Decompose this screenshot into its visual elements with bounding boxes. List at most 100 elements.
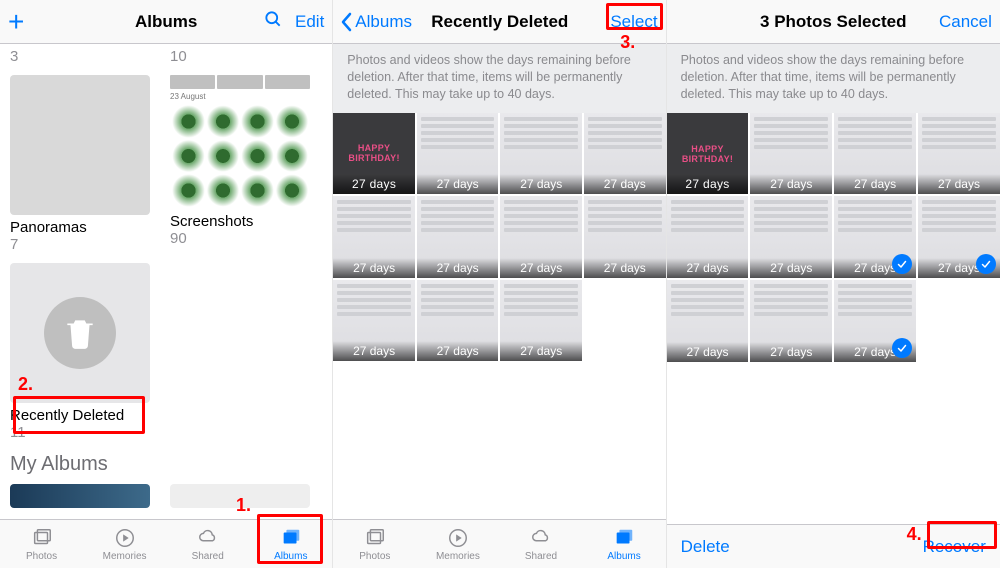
deleted-photo[interactable]: 27 days xyxy=(750,196,832,278)
shared-icon xyxy=(528,527,554,549)
days-remaining: 27 days xyxy=(918,174,1000,194)
callout-label-1: 1. xyxy=(236,495,251,516)
days-remaining: 27 days xyxy=(750,258,832,278)
album-recently-deleted[interactable]: Recently Deleted 11 xyxy=(10,263,150,441)
deleted-photo[interactable]: 27 days xyxy=(500,113,582,195)
album-count: 10 xyxy=(170,48,310,65)
tab-label: Albums xyxy=(274,551,307,562)
selection-pane: 3 Photos Selected Cancel Photos and vide… xyxy=(667,0,1000,568)
deleted-photo[interactable]: HAPPYBIRTHDAY!27 days xyxy=(333,113,415,195)
album-screenshots[interactable]: 23 August Screenshots 90 xyxy=(170,75,310,253)
tab-label: Shared xyxy=(192,551,224,562)
deleted-photo[interactable]: 27 days xyxy=(667,196,749,278)
deleted-photo[interactable]: 27 days xyxy=(834,113,916,195)
days-remaining: 27 days xyxy=(750,342,832,362)
tab-albums[interactable]: Albums xyxy=(583,520,666,568)
edit-button[interactable]: Edit xyxy=(295,12,324,32)
album-count: 3 xyxy=(10,48,150,65)
deleted-photo[interactable]: 27 days xyxy=(417,113,499,195)
tab-label: Photos xyxy=(26,551,57,562)
nav-bar: + Albums Edit xyxy=(0,0,332,44)
album-count: 7 xyxy=(10,236,150,253)
callout-label-4: 4. xyxy=(907,524,922,545)
memories-icon xyxy=(112,527,138,549)
back-button[interactable]: Albums xyxy=(341,12,412,32)
days-remaining: 27 days xyxy=(750,174,832,194)
tab-bar: Photos Memories Shared Albums xyxy=(333,519,665,568)
deleted-photo[interactable]: 27 days xyxy=(584,113,666,195)
deleted-photo[interactable]: 27 days xyxy=(333,196,415,278)
add-button[interactable]: + xyxy=(8,12,24,32)
album-item[interactable] xyxy=(10,484,150,508)
deleted-photo[interactable]: 27 days xyxy=(333,280,415,362)
info-banner: Photos and videos show the days remainin… xyxy=(333,44,665,113)
deleted-photo[interactable]: 27 days xyxy=(834,196,916,278)
album-name: Screenshots xyxy=(170,213,310,230)
deleted-photo[interactable]: 27 days xyxy=(500,280,582,362)
deleted-photo[interactable]: 27 days xyxy=(834,280,916,362)
nav-title: Albums xyxy=(78,12,254,32)
days-remaining: 27 days xyxy=(417,174,499,194)
chevron-left-icon xyxy=(341,12,353,32)
days-remaining: 27 days xyxy=(500,174,582,194)
tab-bar: Photos Memories Shared Albums xyxy=(0,519,332,568)
deleted-photo[interactable]: HAPPYBIRTHDAY!27 days xyxy=(667,113,749,195)
deleted-grid[interactable]: HAPPYBIRTHDAY!27 days27 days27 days27 da… xyxy=(667,113,1000,524)
deleted-photo[interactable]: 27 days xyxy=(750,280,832,362)
screenshot-strip xyxy=(170,75,310,89)
deleted-photo[interactable]: 27 days xyxy=(918,113,1000,195)
tab-label: Albums xyxy=(607,551,640,562)
delete-button[interactable]: Delete xyxy=(681,537,730,557)
tab-shared[interactable]: Shared xyxy=(499,520,582,568)
days-remaining: 27 days xyxy=(584,174,666,194)
tab-memories[interactable]: Memories xyxy=(416,520,499,568)
albums-icon xyxy=(278,527,304,549)
days-remaining: 27 days xyxy=(500,258,582,278)
days-remaining: 27 days xyxy=(333,174,415,194)
tab-memories[interactable]: Memories xyxy=(83,520,166,568)
tab-albums[interactable]: Albums xyxy=(249,520,332,568)
trash-icon xyxy=(61,314,99,352)
deleted-photo[interactable]: 27 days xyxy=(500,196,582,278)
memories-icon xyxy=(445,527,471,549)
deleted-photo[interactable]: 27 days xyxy=(667,280,749,362)
album-item[interactable]: 3 xyxy=(10,48,150,65)
back-label: Albums xyxy=(355,12,412,32)
tab-label: Photos xyxy=(359,551,390,562)
shared-icon xyxy=(195,527,221,549)
deleted-photo[interactable]: 27 days xyxy=(750,113,832,195)
select-button[interactable]: Select xyxy=(610,12,657,32)
album-count: 11 xyxy=(10,424,150,441)
deleted-grid[interactable]: HAPPYBIRTHDAY!27 days27 days27 days27 da… xyxy=(333,113,665,519)
album-name: Panoramas xyxy=(10,219,150,236)
nav-bar: 3 Photos Selected Cancel xyxy=(667,0,1000,44)
albums-pane: + Albums Edit 3 10 xyxy=(0,0,333,568)
tab-label: Memories xyxy=(103,551,147,562)
deleted-photo[interactable]: 27 days xyxy=(417,280,499,362)
banner-text: Photos and videos show the days remainin… xyxy=(347,52,651,103)
recover-button[interactable]: Recover xyxy=(923,537,986,557)
cancel-button[interactable]: Cancel xyxy=(939,12,992,32)
tab-photos[interactable]: Photos xyxy=(333,520,416,568)
search-icon[interactable] xyxy=(263,9,283,34)
tab-photos[interactable]: Photos xyxy=(0,520,83,568)
days-remaining: 27 days xyxy=(417,258,499,278)
tab-shared[interactable]: Shared xyxy=(166,520,249,568)
banner-text: Photos and videos show the days remainin… xyxy=(681,52,986,103)
photos-icon xyxy=(29,527,55,549)
screenshot-date: 23 August xyxy=(170,92,310,101)
album-item[interactable]: 10 xyxy=(170,48,310,65)
callout-label-2: 2. xyxy=(18,374,33,395)
days-remaining: 27 days xyxy=(667,258,749,278)
days-remaining: 27 days xyxy=(333,258,415,278)
album-panoramas[interactable]: Panoramas 7 xyxy=(10,75,150,253)
nav-title: Recently Deleted xyxy=(412,12,588,32)
deleted-photo[interactable]: 27 days xyxy=(417,196,499,278)
deleted-photo[interactable]: 27 days xyxy=(584,196,666,278)
tab-label: Memories xyxy=(436,551,480,562)
section-my-albums: My Albums xyxy=(10,453,322,476)
info-banner: Photos and videos show the days remainin… xyxy=(667,44,1000,113)
recently-deleted-pane: Albums Recently Deleted Select Photos an… xyxy=(333,0,666,568)
albums-scroll[interactable]: 3 10 Panoramas 7 23 August xyxy=(0,44,332,519)
deleted-photo[interactable]: 27 days xyxy=(918,196,1000,278)
